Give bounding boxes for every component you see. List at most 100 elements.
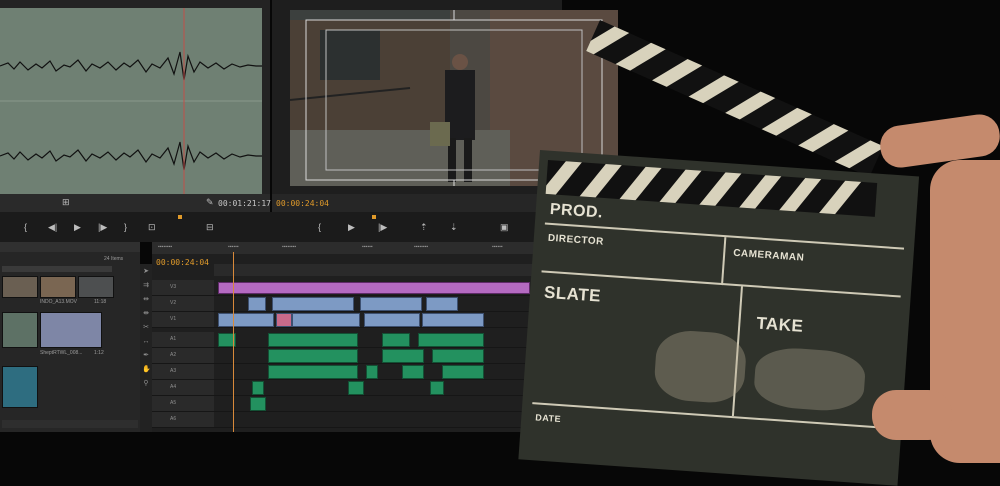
track-header[interactable]: V3 xyxy=(152,280,214,295)
source-playhead-marker[interactable] xyxy=(178,215,182,219)
track-select-icon[interactable]: ⇉ xyxy=(142,282,150,290)
program-mark-in-icon[interactable]: { xyxy=(318,222,321,232)
audio-clip[interactable] xyxy=(366,365,378,379)
audio-clip[interactable] xyxy=(430,381,444,395)
audio-clip[interactable] xyxy=(348,381,364,395)
step-back-icon[interactable]: ◀| xyxy=(48,222,57,233)
track-a3: A3 xyxy=(152,364,562,380)
wrench-icon[interactable]: ✎ xyxy=(206,197,214,208)
project-item-count: 24 Items xyxy=(104,256,124,262)
date-label: DATE xyxy=(534,412,562,425)
timeline-timecode: 00:00:24:04 xyxy=(156,258,209,267)
source-monitor-controls: ⊞ ✎ 00:01:21:17 xyxy=(0,194,271,212)
clip-thumbnail[interactable] xyxy=(40,276,76,298)
sequence-tabs: ▪▪▪▪▪▪▪▪ ▪▪▪▪▪▪ ▪▪▪▪▪▪▪▪ ▪▪▪▪▪▪ ▪▪▪▪▪▪▪▪… xyxy=(152,242,562,254)
pen-tool-icon[interactable]: ✒ xyxy=(142,352,150,360)
track-header[interactable]: A3 xyxy=(152,364,214,379)
track-header[interactable]: A6 xyxy=(152,412,214,427)
rolling-edit-icon[interactable]: ⇼ xyxy=(142,310,150,318)
sequence-tab[interactable]: ▪▪▪▪▪▪ xyxy=(362,244,373,250)
project-search-input[interactable] xyxy=(2,266,112,272)
audio-clip[interactable] xyxy=(268,349,358,363)
audio-clip[interactable] xyxy=(250,397,266,411)
audio-clip[interactable] xyxy=(252,381,264,395)
track-v1: V1 xyxy=(152,312,562,328)
mark-in-icon[interactable]: { xyxy=(24,222,27,232)
clip-thumbnail[interactable] xyxy=(2,312,38,348)
slate-label: SLATE xyxy=(543,282,602,306)
audio-clip[interactable] xyxy=(442,365,484,379)
video-clip[interactable] xyxy=(292,313,360,327)
track-header[interactable]: A1 xyxy=(152,332,214,347)
video-clip[interactable] xyxy=(218,313,274,327)
play-icon[interactable]: ▶ xyxy=(74,222,81,233)
audio-clip[interactable] xyxy=(382,349,424,363)
program-playhead-marker[interactable] xyxy=(372,215,376,219)
audio-clip[interactable] xyxy=(402,365,424,379)
step-forward-icon[interactable]: |▶ xyxy=(98,222,107,233)
track-header[interactable]: V1 xyxy=(152,312,214,327)
track-a5: A5 xyxy=(152,396,562,412)
clip-thumbnail[interactable] xyxy=(2,276,38,298)
cameraman-label: CAMERAMAN xyxy=(732,247,805,264)
video-clip[interactable] xyxy=(276,313,292,327)
audio-clip[interactable] xyxy=(268,365,358,379)
timeline-playhead[interactable] xyxy=(233,252,234,432)
track-a1: A1 xyxy=(152,332,562,348)
program-play-icon[interactable]: ▶ xyxy=(348,222,355,233)
clip-duration: 11:18 xyxy=(94,299,107,305)
insert-clip-icon[interactable]: ⊡ xyxy=(148,222,156,233)
audio-clip[interactable] xyxy=(418,333,484,347)
clip-name: SheptRTWL_008... xyxy=(40,350,83,356)
lift-icon[interactable]: ⇡ xyxy=(420,222,428,233)
chalk-smudge xyxy=(752,345,867,414)
project-panel: 24 Items INDO_A13.MOV 11:18 SheptRTWL_00… xyxy=(0,242,140,432)
clip-thumbnail[interactable] xyxy=(40,312,102,348)
sequence-tab[interactable]: ▪▪▪▪▪▪▪▪ xyxy=(282,244,296,250)
hand-tool-icon[interactable]: ✋ xyxy=(142,366,151,374)
sequence-tab[interactable]: ▪▪▪▪▪▪▪▪ xyxy=(158,244,172,250)
track-header[interactable]: A5 xyxy=(152,396,214,411)
insert-icon[interactable]: ⊞ xyxy=(62,197,70,208)
sequence-tab[interactable]: ▪▪▪▪▪▪▪▪ xyxy=(414,244,428,250)
transport-controls: { ◀| ▶ |▶ } ⊡ ⊟ { ▶ |▶ ⇡ ⇣ ▣ xyxy=(0,212,560,242)
clip-thumbnail[interactable] xyxy=(78,276,114,298)
clip-thumbnail[interactable] xyxy=(2,366,38,408)
source-timecode: 00:01:21:17 xyxy=(218,199,271,208)
tools-panel: ➤ ⇉ ⇹ ⇼ ✂ ↔ ✒ ✋ ⚲ xyxy=(140,264,152,432)
ripple-edit-icon[interactable]: ⇹ xyxy=(142,296,150,304)
audio-clip[interactable] xyxy=(432,349,484,363)
slip-tool-icon[interactable]: ↔ xyxy=(142,338,150,346)
overwrite-icon[interactable]: ⊟ xyxy=(206,222,214,233)
track-header[interactable]: A2 xyxy=(152,348,214,363)
video-clip[interactable] xyxy=(364,313,420,327)
audio-clip[interactable] xyxy=(382,333,410,347)
chalk-smudge xyxy=(652,328,748,405)
clip-duration: 1:12 xyxy=(94,350,104,356)
mark-out-icon[interactable]: } xyxy=(124,222,127,232)
extract-icon[interactable]: ⇣ xyxy=(450,222,458,233)
track-a2: A2 xyxy=(152,348,562,364)
export-frame-icon[interactable]: ▣ xyxy=(500,222,509,233)
source-monitor: ⊞ ✎ 00:01:21:17 xyxy=(0,0,271,212)
program-timecode: 00:00:24:04 xyxy=(276,199,329,208)
program-step-icon[interactable]: |▶ xyxy=(378,222,387,233)
selection-tool-icon[interactable]: ➤ xyxy=(142,268,150,276)
track-a6: A6 xyxy=(152,412,562,428)
sequence-tab[interactable]: ▪▪▪▪▪▪ xyxy=(228,244,239,250)
zoom-tool-icon[interactable]: ⚲ xyxy=(142,380,150,388)
title-clip[interactable] xyxy=(218,282,530,294)
sequence-tab[interactable]: ▪▪▪▪▪▪ xyxy=(492,244,503,250)
audio-waveform-view[interactable] xyxy=(0,8,262,194)
video-clip[interactable] xyxy=(272,297,354,311)
video-clip[interactable] xyxy=(248,297,266,311)
track-header[interactable]: A4 xyxy=(152,380,214,395)
video-clip[interactable] xyxy=(360,297,422,311)
track-header[interactable]: V2 xyxy=(152,296,214,311)
track-v3: V3 xyxy=(152,280,562,296)
time-ruler[interactable] xyxy=(214,264,562,276)
razor-tool-icon[interactable]: ✂ xyxy=(142,324,150,332)
audio-clip[interactable] xyxy=(268,333,358,347)
video-clip[interactable] xyxy=(426,297,458,311)
video-clip[interactable] xyxy=(422,313,484,327)
